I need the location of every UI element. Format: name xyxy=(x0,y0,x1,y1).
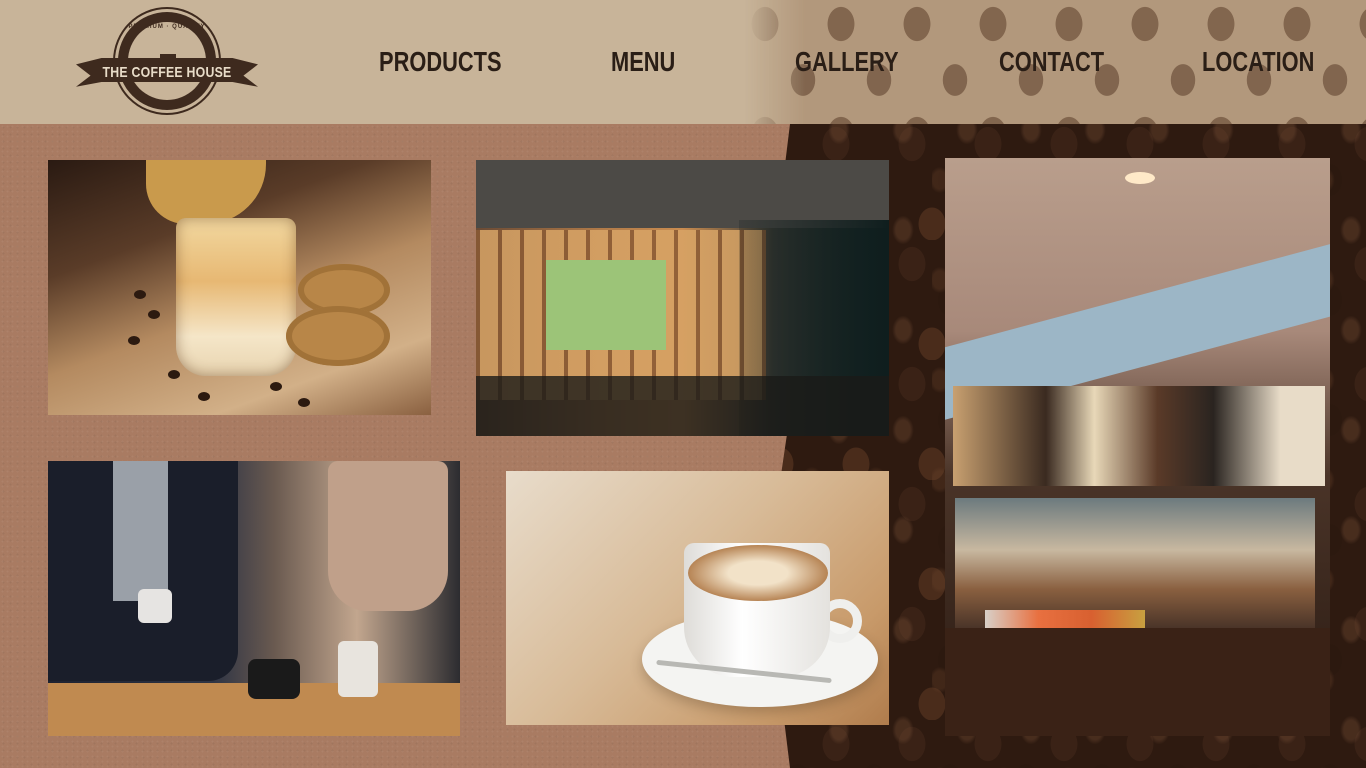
coffee-house-logo[interactable]: PREMIUM · QUALITY THE COFFEE HOUSE xyxy=(76,12,258,112)
gallery-photo-friends-coffee[interactable] xyxy=(48,461,460,736)
nav-location[interactable]: LOCATION xyxy=(1202,44,1314,80)
logo-badge-text: PREMIUM · QUALITY xyxy=(128,24,206,30)
logo-title: THE COFFEE HOUSE xyxy=(102,64,232,81)
nav-contact[interactable]: CONTACT xyxy=(999,44,1104,80)
gallery-photo-cafe-interior[interactable] xyxy=(476,160,889,436)
nav-menu[interactable]: MENU xyxy=(611,44,675,80)
nav-gallery[interactable]: GALLERY xyxy=(795,44,899,80)
site-header: PREMIUM · QUALITY THE COFFEE HOUSE PRODU… xyxy=(0,0,1366,124)
gallery-photo-affogato[interactable] xyxy=(48,160,431,415)
gallery-photo-coffee-counter[interactable] xyxy=(945,158,1330,736)
gallery-photo-latte[interactable] xyxy=(506,471,889,725)
nav-products[interactable]: PRODUCTS xyxy=(379,44,502,80)
